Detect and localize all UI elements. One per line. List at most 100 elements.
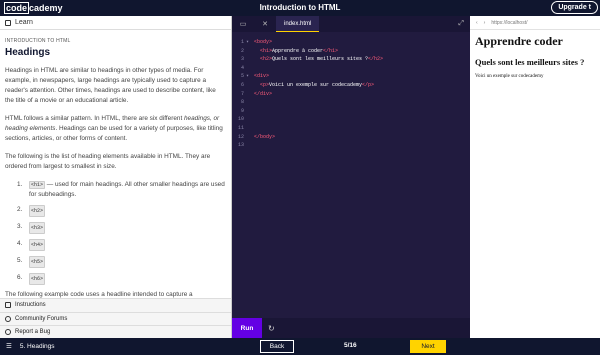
code-line[interactable]: 2 <h1>Apprendre à coder</h1> xyxy=(232,47,470,56)
run-bar: Run ↻ xyxy=(232,318,470,338)
tab-index-html[interactable]: index.html xyxy=(276,16,320,32)
heading-list: 1. <h1> — used for main headings. All ot… xyxy=(5,180,226,285)
refresh-icon[interactable]: ↻ xyxy=(268,324,275,333)
footer-bar: ☰ 5. Headings Back 5/16 Next xyxy=(0,338,600,355)
list-desc: — used for main headings. All other smal… xyxy=(29,181,225,198)
line-number: 3 xyxy=(240,56,244,63)
code-text: Quels sont les meilleurs sites ? xyxy=(272,56,369,63)
code-content: <h2>Quels sont les meilleurs sites ?</h2… xyxy=(254,55,383,64)
progress-counter: 5/16 xyxy=(344,342,357,349)
instructions-label: Instructions xyxy=(15,302,46,309)
list-item: 6. <h6> xyxy=(17,273,226,285)
code-content: <body> xyxy=(254,38,272,47)
code-line[interactable]: 12 </body> xyxy=(232,133,470,142)
list-item: 2. <h2> xyxy=(17,205,226,217)
fold-arrow-icon xyxy=(246,107,254,116)
list-number: 1. xyxy=(17,181,23,188)
preview-h1: Apprendre coder xyxy=(475,34,563,48)
fold-arrow-icon: ▾ xyxy=(246,39,250,45)
line-number: 11 xyxy=(237,124,244,131)
expand-icon[interactable]: ⤢ xyxy=(458,20,464,28)
code-line[interactable]: 1 ▾ <body> xyxy=(232,38,470,47)
fold-arrow-icon xyxy=(246,47,254,56)
code-content: <p>Voici un exemple sur codecademy</p> xyxy=(254,81,374,90)
code-text: Voici un exemple sur codecademy xyxy=(269,81,363,88)
code-tag: <h5> xyxy=(29,256,46,268)
fold-arrow-icon xyxy=(246,124,254,133)
code-close-tag: </h1> xyxy=(323,47,339,54)
checkbox-icon xyxy=(5,302,11,309)
bug-icon xyxy=(5,329,11,336)
forums-label: Community Forums xyxy=(15,315,68,322)
line-number: 7 xyxy=(240,90,244,97)
list-number: 4. xyxy=(17,240,23,247)
code-line[interactable]: 8 xyxy=(232,98,470,107)
fold-arrow-icon xyxy=(246,81,254,90)
code-line[interactable]: 4 xyxy=(232,64,470,73)
code-line[interactable]: 5 ▾ <div> xyxy=(232,72,470,81)
line-number: 4 xyxy=(240,64,244,71)
line-number: 13 xyxy=(237,142,244,149)
fold-arrow-icon xyxy=(246,141,254,150)
code-editor: ▭ ✕ index.html ⤢ 1 ▾ <body> 2 <h1>Apprendre… xyxy=(232,16,470,338)
line-number: 1 xyxy=(240,39,244,45)
lesson-paragraph-2: HTML follows a similar pattern. In HTML,… xyxy=(5,114,226,144)
book-icon xyxy=(5,19,11,26)
code-tag: <h1> xyxy=(29,181,46,189)
chat-icon xyxy=(5,315,11,322)
code-open-tag: <p> xyxy=(260,81,270,88)
report-bug-link[interactable]: Report a Bug xyxy=(0,325,231,339)
upgrade-button[interactable]: Upgrade t xyxy=(551,1,598,14)
back-arrow-icon[interactable]: ‹ xyxy=(476,20,478,26)
back-button[interactable]: Back xyxy=(260,340,294,353)
editor-tabs: ▭ ✕ index.html xyxy=(232,16,470,32)
line-number: 10 xyxy=(237,116,244,123)
run-button[interactable]: Run xyxy=(232,318,262,338)
line-number: 2 xyxy=(240,47,244,54)
code-open-tag: </div> xyxy=(254,90,273,97)
code-line[interactable]: 7 </div> xyxy=(232,90,470,99)
learn-header: Learn xyxy=(0,16,231,30)
report-bug-label: Report a Bug xyxy=(15,329,51,336)
lesson-content[interactable]: INTRODUCTION TO HTML Headings Headings i… xyxy=(0,30,231,298)
preview-h2: Quels sont les meilleurs sites ? xyxy=(475,57,585,67)
code-line[interactable]: 3 <h2>Quels sont les meilleurs sites ?</… xyxy=(232,55,470,64)
next-button[interactable]: Next xyxy=(410,340,446,353)
lesson-panel: Learn INTRODUCTION TO HTML Headings Head… xyxy=(0,16,232,339)
forward-arrow-icon[interactable]: › xyxy=(484,20,486,26)
menu-icon[interactable]: ☰ xyxy=(6,342,12,350)
course-title: Introduction to HTML xyxy=(259,3,341,12)
code-text: Apprendre à coder xyxy=(272,47,324,54)
paragraph-2-start: HTML follows a similar pattern. In HTML,… xyxy=(5,115,184,122)
code-close-tag: </p> xyxy=(362,81,375,88)
instructions-link[interactable]: Instructions xyxy=(0,298,231,312)
code-line[interactable]: 10 xyxy=(232,115,470,124)
folder-icon[interactable]: ▭ xyxy=(232,16,254,32)
list-number: 3. xyxy=(17,223,23,230)
list-item: 1. <h1> — used for main headings. All ot… xyxy=(17,180,226,200)
learn-label: Learn xyxy=(15,19,33,26)
fold-arrow-icon xyxy=(246,98,254,107)
fold-arrow-icon xyxy=(246,133,254,142)
code-close-tag: </h2> xyxy=(368,56,384,63)
line-number: 5 xyxy=(240,73,244,80)
browser-preview: ‹ › https://localhost/ Apprendre coder Q… xyxy=(470,16,600,338)
code-line[interactable]: 6 <p>Voici un exemple sur codecademy</p> xyxy=(232,81,470,90)
lesson-breadcrumb[interactable]: ☰ 5. Headings xyxy=(6,342,55,351)
line-number: 9 xyxy=(240,107,244,114)
code-line[interactable]: 9 xyxy=(232,107,470,116)
list-text: <h1> — used for main headings. All other… xyxy=(29,180,226,200)
code-line[interactable]: 13 xyxy=(232,141,470,150)
list-number: 2. xyxy=(17,206,23,213)
fold-arrow-icon xyxy=(246,115,254,124)
line-number: 12 xyxy=(237,133,244,140)
close-icon[interactable]: ✕ xyxy=(254,16,276,32)
url-text[interactable]: https://localhost/ xyxy=(491,20,527,26)
code-tag: <h4> xyxy=(29,239,46,251)
forums-link[interactable]: Community Forums xyxy=(0,311,231,325)
code-line[interactable]: 11 xyxy=(232,124,470,133)
lesson-links: Instructions Community Forums Report a B… xyxy=(0,298,231,339)
code-tag: <h3> xyxy=(29,222,46,234)
code-area[interactable]: 1 ▾ <body> 2 <h1>Apprendre à coder</h1> 3 <h… xyxy=(232,38,470,150)
list-number: 6. xyxy=(17,274,23,281)
